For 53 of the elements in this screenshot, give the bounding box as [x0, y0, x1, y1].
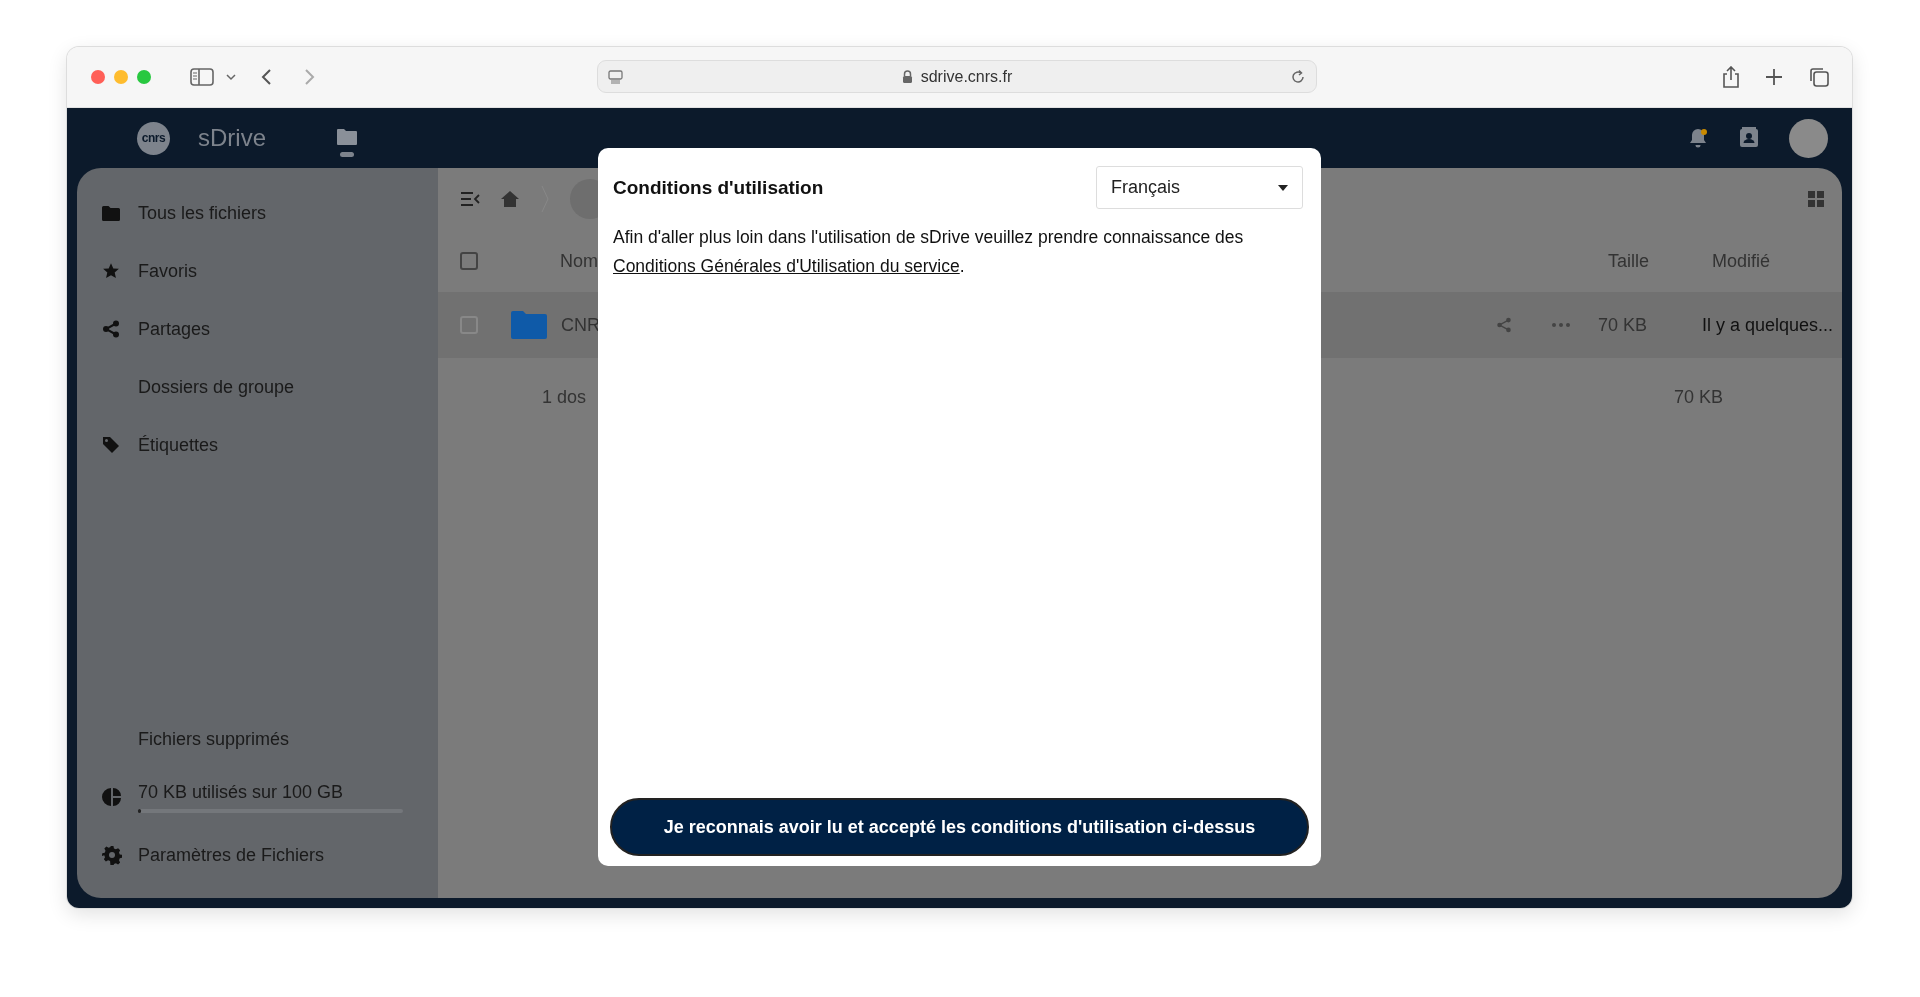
page-icon	[608, 69, 624, 84]
column-header[interactable]: Nom	[560, 250, 598, 272]
file-size: 70 KB	[1598, 314, 1649, 336]
folder-icon	[511, 311, 547, 339]
url-text: sdrive.cnrs.fr	[920, 67, 1013, 86]
reload-icon[interactable]	[1290, 68, 1306, 85]
file-modified: Il y a quelques...	[1702, 314, 1835, 336]
sidebar-item[interactable]: Étiquettes	[138, 434, 219, 456]
column-header[interactable]: Taille	[1608, 250, 1712, 272]
pie-chart-icon	[102, 787, 122, 807]
sidebar-item[interactable]: Partages	[138, 318, 211, 340]
folder-icon	[102, 205, 120, 221]
home-icon[interactable]	[500, 190, 520, 208]
accept-button[interactable]: Je reconnais avoir lu et accepté les conditions d'utilisation ci-dessus	[610, 798, 1309, 856]
sidebar-item[interactable]: Tous les fichiers	[138, 202, 267, 224]
sidebar-item[interactable]: Favoris	[138, 260, 197, 282]
summary-text: 1 dos	[542, 386, 587, 408]
column-header[interactable]: Modifié	[1712, 250, 1842, 272]
sidebar-item[interactable]: Dossiers de groupe	[138, 376, 295, 398]
star-icon	[102, 262, 120, 280]
trash-link[interactable]: Fichiers supprimés	[138, 728, 290, 750]
settings-link[interactable]: Paramètres de Fichiers	[138, 844, 325, 866]
tabs-icon[interactable]	[1808, 66, 1830, 88]
avatar[interactable]	[1789, 118, 1828, 158]
plus-icon[interactable]	[1765, 68, 1783, 86]
gear-icon	[102, 845, 122, 865]
terms-link[interactable]: Conditions Générales d'Utilisation du service	[613, 256, 960, 276]
logo-badge[interactable]: cnrs	[137, 121, 170, 155]
dialog-title: Conditions d'utilisation	[613, 176, 824, 199]
storage-usage-text: 70 KB utilisés sur 100 GB	[138, 781, 345, 803]
contacts-icon[interactable]	[1739, 127, 1759, 149]
caret-icon	[1278, 184, 1288, 191]
folder-icon[interactable]	[336, 127, 358, 146]
address-bar[interactable]: sdrive.cnrs.fr	[597, 60, 1317, 93]
share-icon	[102, 320, 120, 338]
grid-view-icon[interactable]	[1808, 191, 1824, 207]
lock-icon	[901, 69, 913, 84]
tag-icon	[102, 436, 120, 454]
back-icon[interactable]	[261, 67, 273, 87]
bell-icon[interactable]	[1687, 127, 1709, 149]
brand-name: sDrive	[198, 124, 266, 152]
menu-collapse-icon[interactable]	[460, 191, 480, 207]
select-all-checkbox[interactable]	[460, 252, 478, 270]
share-icon[interactable]	[1722, 66, 1740, 88]
logo-text: cnrs	[141, 131, 166, 145]
summary-size: 70 KB	[1674, 386, 1725, 408]
language-dropdown[interactable]: Français	[1096, 166, 1303, 209]
active-indicator	[340, 151, 354, 157]
file-name[interactable]: CNR	[561, 314, 600, 336]
dialog-text: Afin d'aller plus loin dans l'utilisation de sDrive veuillez prendre connaissance des Conditions Générales d'Utilisation du service.	[613, 226, 1245, 278]
sidebar-toggle-icon[interactable]	[190, 67, 216, 87]
close-button[interactable]	[91, 70, 105, 84]
chevron-down-icon[interactable]	[226, 73, 236, 81]
